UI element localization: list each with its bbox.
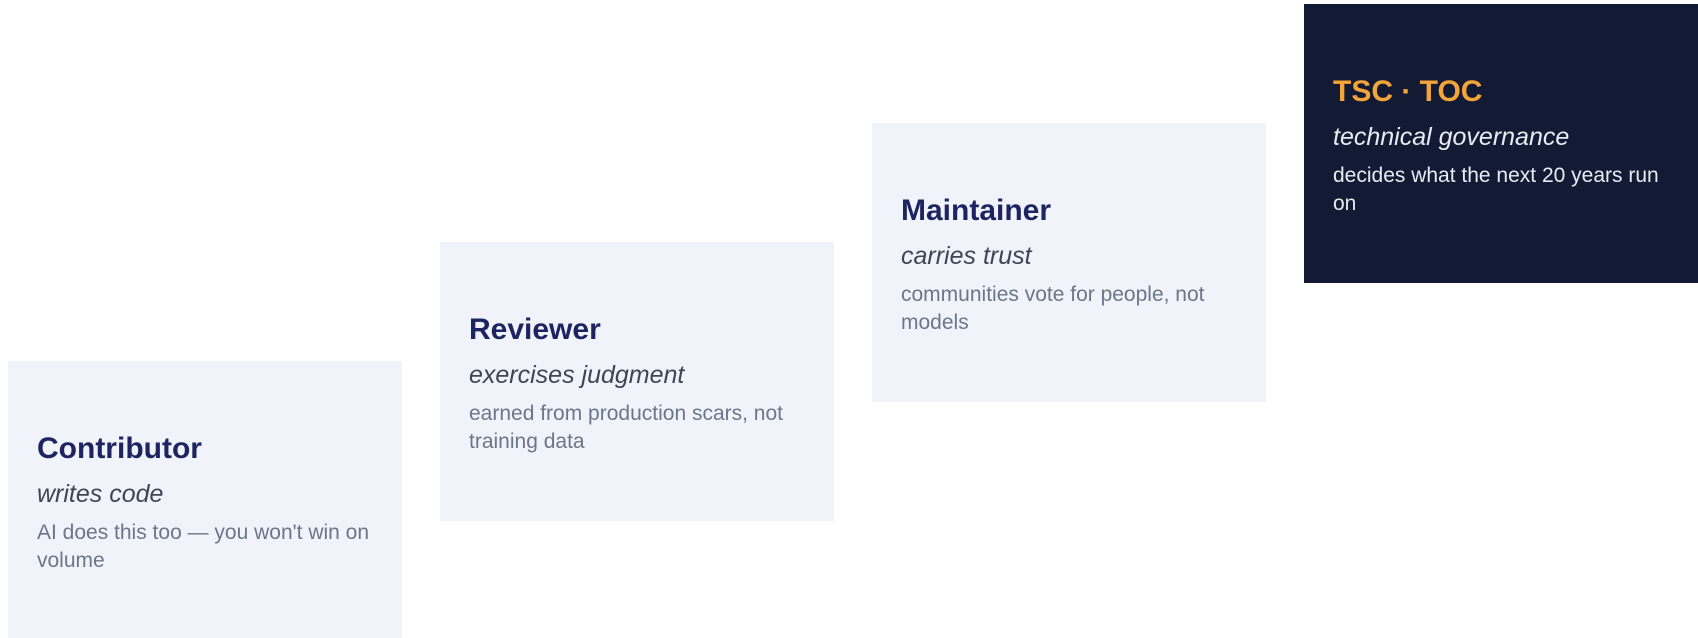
step-role: writes code (37, 480, 164, 508)
step-card-tsc-toc: TSC · TOC technical governance decides w… (1304, 4, 1698, 283)
step-description: earned from production scars, not traini… (469, 402, 783, 453)
step-role: technical governance (1333, 123, 1570, 151)
step-description: AI does this too — you won't win on volu… (37, 521, 370, 572)
step-card-maintainer: Maintainer carries trust communities vot… (872, 123, 1266, 402)
step-title: Reviewer (469, 313, 601, 346)
step-title: Maintainer (901, 194, 1052, 227)
step-role: exercises judgment (469, 361, 685, 389)
step-title: TSC · TOC (1333, 75, 1483, 108)
step-description: decides what the next 20 years run on (1333, 164, 1659, 215)
step-card-reviewer: Reviewer exercises judgment earned from … (440, 242, 834, 521)
step-card-contributor: Contributor writes code AI does this too… (8, 361, 402, 638)
career-ladder-diagram: Contributor writes code AI does this too… (0, 0, 1698, 638)
step-role: carries trust (901, 242, 1032, 270)
step-description: communities vote for people, not models (901, 283, 1205, 334)
step-title: Contributor (37, 432, 202, 465)
